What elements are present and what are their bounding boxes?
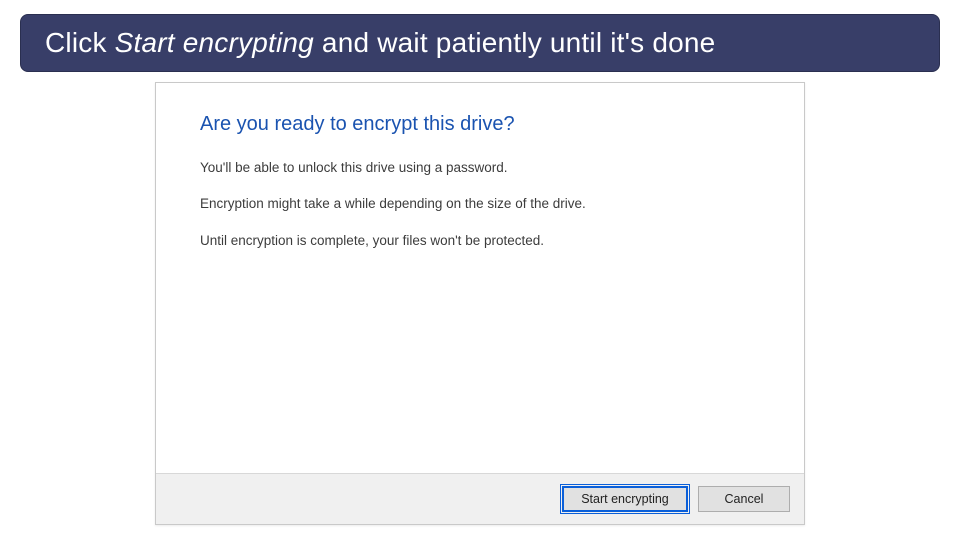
banner-text-post: and wait patiently until it's done: [314, 27, 715, 58]
dialog-text-1: You'll be able to unlock this drive usin…: [200, 158, 760, 178]
bitlocker-dialog: Are you ready to encrypt this drive? You…: [155, 82, 805, 525]
dialog-footer: Start encrypting Cancel: [156, 473, 804, 524]
dialog-text-3: Until encryption is complete, your files…: [200, 231, 760, 251]
instruction-banner: Click Start encrypting and wait patientl…: [20, 14, 940, 72]
dialog-body: Are you ready to encrypt this drive? You…: [156, 83, 804, 473]
cancel-button[interactable]: Cancel: [698, 486, 790, 512]
banner-text-pre: Click: [45, 27, 115, 58]
banner-text-em: Start encrypting: [115, 27, 314, 58]
dialog-heading: Are you ready to encrypt this drive?: [200, 113, 760, 136]
start-encrypting-button[interactable]: Start encrypting: [562, 486, 688, 512]
dialog-text-2: Encryption might take a while depending …: [200, 194, 760, 214]
